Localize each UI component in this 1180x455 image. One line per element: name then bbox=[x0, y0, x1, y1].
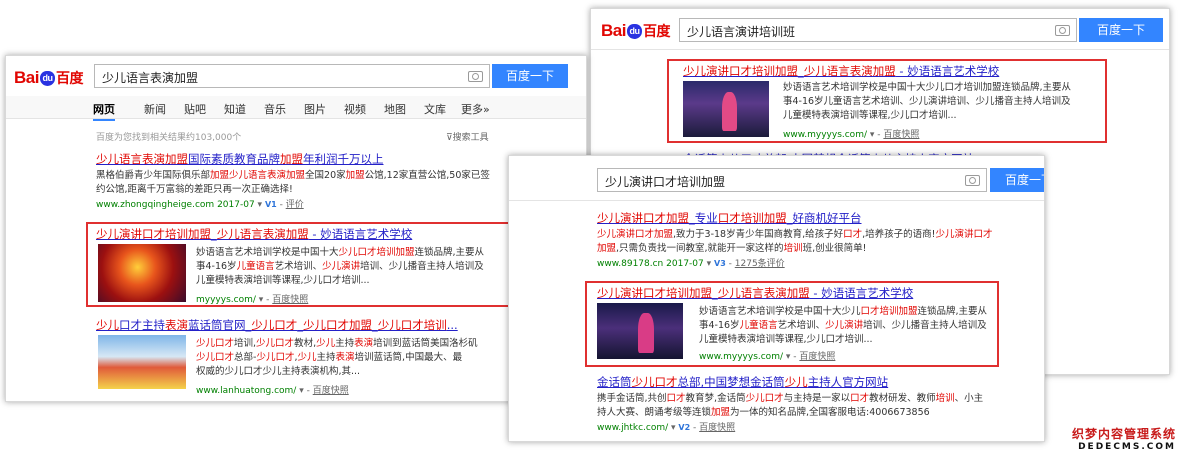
tab-web[interactable]: 网页 bbox=[93, 101, 115, 121]
result-title-link[interactable]: 少儿语言表演加盟国际素质教育品牌加盟年利润千万以上 bbox=[96, 151, 566, 167]
search-tabs: 网页 新闻 贴吧 知道 音乐 图片 视频 地图 文库 更多» bbox=[6, 96, 586, 121]
tab-tieba[interactable]: 贴吧 bbox=[184, 101, 206, 117]
result-item: 少儿演讲口才加盟_专业口才培训加盟_好商机好平台 少儿演讲口才加盟,致力于3-1… bbox=[597, 210, 1027, 269]
snapshot-link[interactable]: 百度快照 bbox=[699, 423, 735, 433]
baidu-logo[interactable]: Bai du 百度 bbox=[601, 21, 670, 41]
result-url[interactable]: www.lanhuatong.com/ bbox=[196, 386, 296, 396]
verified-badge[interactable]: V3 bbox=[714, 259, 726, 268]
result-item: 金话筒少儿口才总部,中国梦想金话筒少儿主持人官方网站 携手金话筒,共创口才教育梦… bbox=[597, 374, 1037, 433]
watermark: 织梦内容管理系统 DEDECMS.COM bbox=[1071, 427, 1176, 452]
tab-images[interactable]: 图片 bbox=[304, 101, 326, 117]
tab-video[interactable]: 视频 bbox=[344, 101, 366, 117]
result-url[interactable]: www.jhtkc.com/ bbox=[597, 423, 668, 433]
result-url[interactable]: www.zhongqingheige.com bbox=[96, 200, 214, 210]
result-thumbnail[interactable] bbox=[98, 335, 186, 389]
tab-more[interactable]: 更多» bbox=[461, 101, 490, 117]
verified-badge[interactable]: V2 bbox=[678, 423, 690, 432]
tab-zhidao[interactable]: 知道 bbox=[224, 101, 246, 117]
highlight-box bbox=[86, 222, 518, 307]
tab-wenku[interactable]: 文库 bbox=[424, 101, 446, 117]
search-panel-3: 少儿演讲口才培训加盟 百度一下 少儿演讲口才加盟_专业口才培训加盟_好商机好平台… bbox=[508, 155, 1045, 442]
review-link[interactable]: 评价 bbox=[286, 200, 304, 210]
search-button[interactable]: 百度一下 bbox=[1079, 18, 1163, 42]
search-input[interactable]: 少儿语言演讲培训班 bbox=[679, 18, 1077, 42]
camera-icon[interactable] bbox=[1055, 25, 1070, 36]
result-count: 百度为您找到相关结果约103,000个 bbox=[96, 133, 242, 143]
ad-result: 少儿语言表演加盟国际素质教育品牌加盟年利润千万以上 黑格伯爵青少年国际俱乐部加盟… bbox=[96, 151, 566, 210]
tab-music[interactable]: 音乐 bbox=[264, 101, 286, 117]
search-button[interactable]: 百度一下 bbox=[492, 64, 568, 88]
search-button[interactable]: 百度一下 bbox=[990, 168, 1044, 192]
search-input[interactable]: 少儿语言表演加盟 bbox=[94, 64, 490, 88]
highlight-box bbox=[585, 281, 999, 367]
tab-news[interactable]: 新闻 bbox=[144, 101, 166, 117]
result-title-link[interactable]: 少儿演讲口才加盟_专业口才培训加盟_好商机好平台 bbox=[597, 210, 1027, 226]
search-tools[interactable]: ⊽搜索工具 bbox=[446, 130, 489, 143]
tab-map[interactable]: 地图 bbox=[384, 101, 406, 117]
result-title-link[interactable]: 金话筒少儿口才总部,中国梦想金话筒少儿主持人官方网站 bbox=[597, 374, 1037, 390]
search-input[interactable]: 少儿演讲口才培训加盟 bbox=[597, 168, 987, 192]
camera-icon[interactable] bbox=[965, 175, 980, 186]
result-url[interactable]: www.89178.cn bbox=[597, 259, 663, 269]
chevron-down-icon[interactable]: ▾ - bbox=[299, 386, 313, 396]
review-link[interactable]: 1275条评价 bbox=[735, 259, 785, 269]
verified-badge[interactable]: V1 bbox=[265, 200, 277, 209]
result-title-link[interactable]: 少儿口才主持表演蓝话筒官网_少儿口才_少儿口才加盟_少儿口才培训... bbox=[96, 317, 536, 333]
snapshot-link[interactable]: 百度快照 bbox=[313, 386, 349, 396]
baidu-logo[interactable]: Bai du 百度 bbox=[14, 68, 83, 88]
search-panel-1: Bai du 百度 少儿语言表演加盟 百度一下 网页 新闻 贴吧 知道 音乐 图片 … bbox=[5, 55, 587, 402]
camera-icon[interactable] bbox=[468, 71, 483, 82]
highlight-box bbox=[667, 59, 1107, 143]
result-item: 少儿口才主持表演蓝话筒官网_少儿口才_少儿口才加盟_少儿口才培训... 少儿口才… bbox=[96, 317, 536, 396]
filter-icon: ⊽ bbox=[446, 133, 453, 143]
